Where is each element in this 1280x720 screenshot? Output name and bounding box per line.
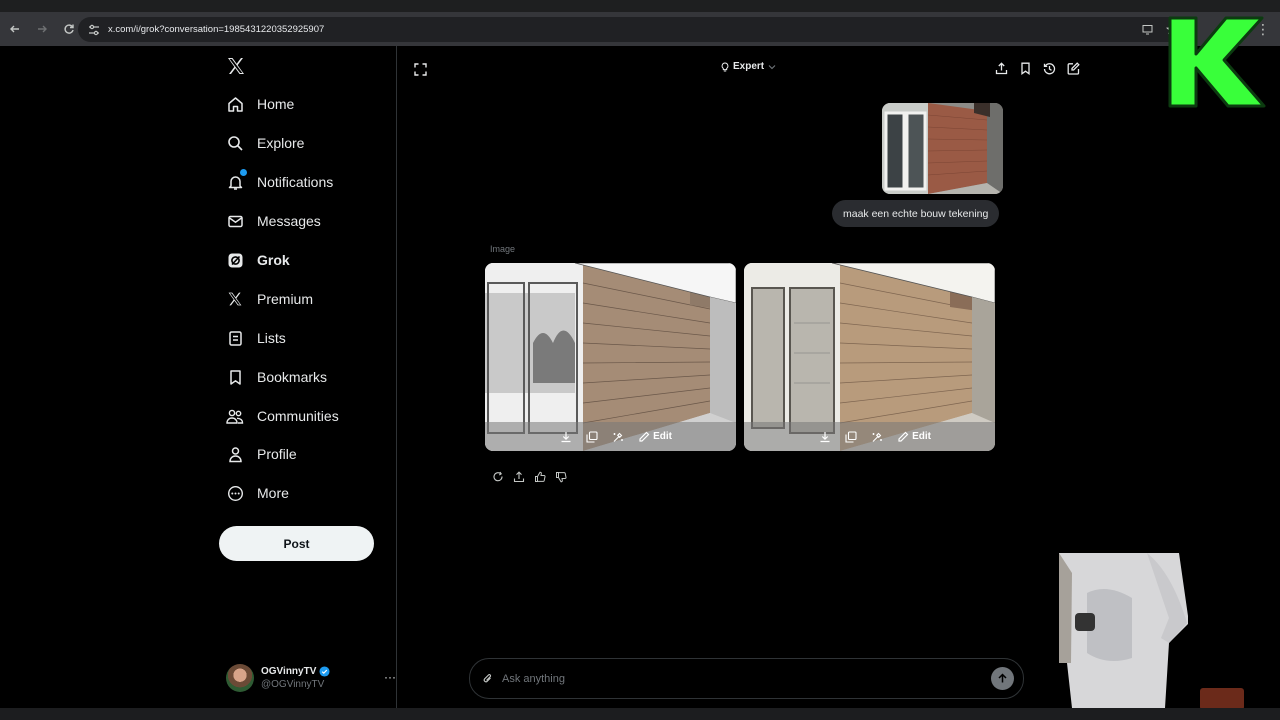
copy-image-icon[interactable] xyxy=(845,430,857,443)
bell-icon xyxy=(226,168,248,191)
notification-badge xyxy=(239,168,248,177)
user-attached-image[interactable] xyxy=(882,103,1003,194)
history-icon[interactable] xyxy=(1043,62,1056,75)
sidebar-item-label: Notifications xyxy=(257,174,334,190)
header-actions xyxy=(995,62,1080,75)
sidebar-item-bookmarks[interactable]: Bookmarks xyxy=(226,362,391,392)
animate-icon[interactable] xyxy=(612,431,624,443)
copy-image-icon[interactable] xyxy=(586,430,598,443)
chevron-down-icon xyxy=(768,64,776,69)
ask-input[interactable] xyxy=(502,672,991,685)
search-icon xyxy=(226,134,244,152)
pencil-icon xyxy=(898,431,909,442)
sidebar-item-notifications[interactable]: Notifications xyxy=(226,167,391,197)
pencil-icon xyxy=(639,431,650,442)
attach-icon[interactable] xyxy=(482,673,494,685)
forward-icon[interactable] xyxy=(30,17,54,41)
generated-image-2[interactable]: Edit xyxy=(744,263,995,451)
x-logo-icon xyxy=(226,290,244,308)
bookmark-icon xyxy=(226,368,244,386)
bottom-strip xyxy=(0,708,1280,720)
user-message-bubble: maak een echte bouw tekening xyxy=(832,200,1000,227)
communities-icon xyxy=(226,407,244,425)
sidebar-item-label: Bookmarks xyxy=(257,369,328,385)
x-logo-icon[interactable] xyxy=(226,56,246,76)
sidebar-item-label: Messages xyxy=(257,213,321,229)
address-bar[interactable]: x.com/i/grok?conversation=19854312203529… xyxy=(78,17,1188,42)
edit-label: Edit xyxy=(912,431,931,442)
back-icon[interactable] xyxy=(3,17,27,41)
image-action-bar: Edit xyxy=(744,422,995,451)
sidebar-item-home[interactable]: Home xyxy=(226,89,391,119)
account-switcher[interactable]: OGVinnyTV @OGVinnyTV ··· xyxy=(226,662,396,694)
sidebar-item-explore[interactable]: Explore xyxy=(226,128,391,158)
arrow-up-icon xyxy=(998,673,1007,683)
mode-selector[interactable]: Expert xyxy=(720,61,776,72)
sidebar-item-label: Explore xyxy=(257,135,305,151)
edit-image-button[interactable]: Edit xyxy=(897,431,931,443)
edit-image-button[interactable]: Edit xyxy=(638,431,672,443)
sidebar-item-more[interactable]: More xyxy=(226,478,391,508)
k-logo-overlay xyxy=(1168,16,1266,108)
sidebar-item-messages[interactable]: Messages xyxy=(226,206,391,236)
sidebar-item-label: Home xyxy=(257,96,295,112)
image-action-bar: Edit xyxy=(485,422,736,451)
image-section-label: Image xyxy=(490,244,516,254)
list-icon xyxy=(226,329,244,347)
mode-label: Expert xyxy=(733,61,765,72)
post-button[interactable]: Post xyxy=(219,526,374,561)
bookmark-icon[interactable] xyxy=(1019,62,1032,75)
account-more-icon[interactable]: ··· xyxy=(384,670,396,684)
sidebar-item-label: Lists xyxy=(257,330,286,346)
edit-label: Edit xyxy=(653,431,672,442)
sidebar-item-communities[interactable]: Communities xyxy=(226,401,391,431)
sidebar: Home Explore Notifications Messages Grok… xyxy=(210,46,397,708)
send-button[interactable] xyxy=(991,667,1014,690)
sidebar-item-profile[interactable]: Profile xyxy=(226,439,391,469)
webcam-background-object xyxy=(1200,688,1244,710)
tab-strip xyxy=(0,0,1280,12)
webcam-overlay xyxy=(1057,553,1188,708)
sidebar-item-label: Grok xyxy=(257,252,290,268)
sidebar-item-premium[interactable]: Premium xyxy=(226,284,391,314)
new-chat-icon[interactable] xyxy=(1067,62,1080,75)
animate-icon[interactable] xyxy=(871,431,883,443)
account-name: OGVinnyTV xyxy=(261,666,317,677)
sidebar-item-grok[interactable]: Grok xyxy=(226,245,391,275)
url-text[interactable]: x.com/i/grok?conversation=19854312203529… xyxy=(108,24,324,35)
thumbs-up-icon[interactable] xyxy=(534,471,546,483)
home-icon xyxy=(226,95,244,113)
download-icon[interactable] xyxy=(819,431,831,443)
avatar xyxy=(226,664,254,692)
sidebar-item-label: More xyxy=(257,485,289,501)
expand-icon[interactable] xyxy=(414,63,427,76)
verified-badge-icon xyxy=(319,666,330,677)
more-circle-icon xyxy=(226,484,244,502)
regenerate-icon[interactable] xyxy=(492,471,504,483)
sidebar-item-label: Communities xyxy=(257,408,339,424)
person-icon xyxy=(226,445,244,463)
page-scrollbar[interactable] xyxy=(1268,46,1280,708)
browser-toolbar: x.com/i/grok?conversation=19854312203529… xyxy=(0,12,1280,46)
sidebar-item-label: Profile xyxy=(257,446,297,462)
ask-composer xyxy=(469,658,1024,699)
grok-icon xyxy=(226,251,244,269)
share-icon[interactable] xyxy=(513,471,525,483)
download-icon[interactable] xyxy=(560,431,572,443)
grok-chat: Expert maak een echte bouw tekening Imag… xyxy=(398,46,1096,708)
install-app-icon[interactable] xyxy=(1140,22,1154,36)
lightbulb-icon xyxy=(721,61,729,71)
sidebar-item-label: Premium xyxy=(257,291,314,307)
generated-image-1[interactable]: Edit xyxy=(485,263,736,451)
sidebar-item-lists[interactable]: Lists xyxy=(226,323,391,353)
response-actions xyxy=(492,471,567,483)
account-name-row: OGVinnyTV xyxy=(261,666,330,677)
share-icon[interactable] xyxy=(995,62,1008,75)
account-handle: @OGVinnyTV xyxy=(261,679,325,690)
thumbs-down-icon[interactable] xyxy=(555,471,567,483)
site-settings-icon[interactable] xyxy=(86,22,102,38)
mail-icon xyxy=(226,212,244,230)
